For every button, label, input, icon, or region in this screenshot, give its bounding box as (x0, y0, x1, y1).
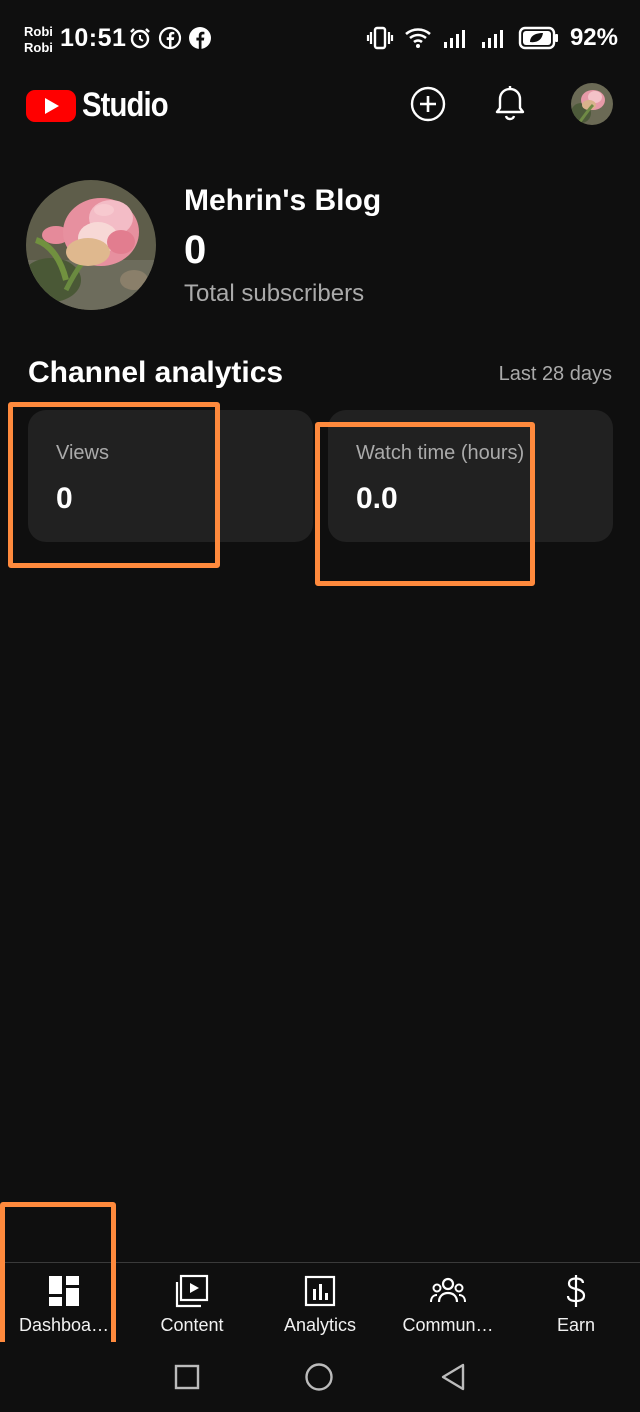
carrier-line-1: Robi (24, 24, 53, 39)
back-icon (441, 1363, 465, 1391)
community-icon (430, 1277, 466, 1303)
highlight-box-views (8, 402, 220, 568)
content-icon (175, 1274, 209, 1308)
battery-percent: 92% (569, 24, 618, 51)
channel-avatar[interactable] (26, 180, 156, 310)
create-button[interactable] (408, 84, 448, 124)
nav-analytics-label: Analytics (283, 1315, 357, 1335)
youtube-logo-icon (26, 89, 76, 122)
home-icon (305, 1363, 333, 1391)
youtube-studio-logo[interactable]: Studio (26, 86, 182, 125)
home-button[interactable] (304, 1362, 334, 1392)
notifications-icon (495, 86, 525, 121)
avatar-image (571, 83, 613, 125)
nav-earn[interactable]: Earn (512, 1263, 640, 1342)
facebook-outline-icon (158, 26, 182, 50)
nav-community[interactable]: Commun… (384, 1263, 512, 1342)
system-navigation-bar (0, 1342, 640, 1412)
channel-analytics-title: Channel analytics (28, 356, 284, 389)
vibrate-icon (366, 26, 394, 50)
signal-icon (481, 30, 503, 48)
wifi-icon (405, 28, 431, 48)
highlight-box-watch-time (315, 422, 535, 586)
carrier-line-2: Robi (24, 40, 53, 55)
nav-community-label: Commun… (402, 1315, 494, 1335)
signal-icon (443, 30, 465, 48)
nav-content-label: Content (160, 1315, 224, 1335)
status-time: 10:51 (60, 24, 127, 52)
analytics-icon (304, 1275, 336, 1307)
battery-saver-icon (518, 26, 558, 50)
carrier-label: Robi Robi (24, 24, 53, 56)
notifications-button[interactable] (490, 84, 530, 124)
subscriber-label: Total subscribers (184, 280, 365, 307)
earn-icon (566, 1275, 586, 1307)
nav-content[interactable]: Content (128, 1263, 256, 1342)
subscriber-count: 0 (184, 228, 207, 272)
back-button[interactable] (438, 1362, 468, 1392)
alarm-icon (130, 28, 150, 49)
nav-earn-label: Earn (556, 1315, 596, 1335)
facebook-icon (189, 27, 211, 49)
channel-avatar-image (26, 180, 156, 310)
app-bar: Studio (0, 80, 640, 132)
date-range-label: Last 28 days (498, 363, 612, 385)
app-name: Studio (82, 86, 169, 124)
recents-button[interactable] (172, 1362, 202, 1392)
recents-icon (174, 1364, 200, 1390)
nav-analytics[interactable]: Analytics (256, 1263, 384, 1342)
channel-name: Mehrin's Blog (184, 184, 382, 217)
status-bar: Robi Robi 10:51 92% (0, 0, 640, 76)
account-avatar[interactable] (570, 82, 614, 126)
create-icon (410, 86, 446, 122)
